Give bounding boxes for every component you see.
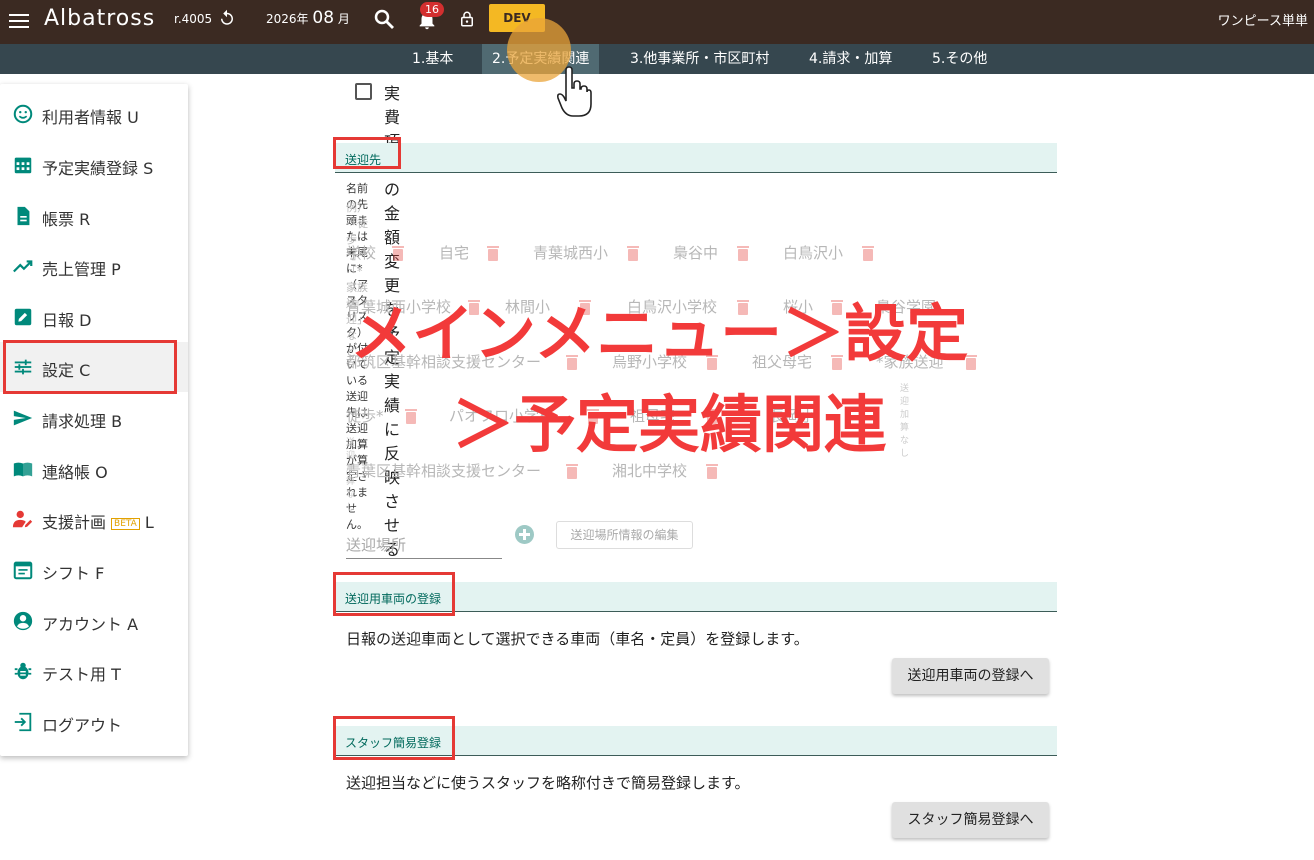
- lock-icon[interactable]: [458, 8, 476, 30]
- reload-icon[interactable]: [218, 8, 236, 28]
- menu-item-label: 日報 D: [42, 311, 92, 330]
- menu-item-user-info[interactable]: 利用者情報 U: [0, 89, 188, 139]
- revision-label: r.4005: [174, 12, 213, 26]
- menu-item-label: 連絡帳 O: [42, 463, 108, 482]
- trash-icon[interactable]: [705, 463, 719, 480]
- menu-item-label: シフト F: [42, 564, 105, 583]
- trending-up-icon: [13, 260, 33, 273]
- trash-icon[interactable]: [565, 463, 579, 480]
- pickup-place-input[interactable]: 送迎場所: [346, 531, 502, 559]
- staff-title-highlight: [333, 716, 455, 760]
- menu-item-logout[interactable]: ログアウト: [0, 697, 188, 747]
- menu-item-contact-book[interactable]: 連絡帳 O: [0, 444, 188, 494]
- no-addition-note: 送迎加算なし: [900, 384, 910, 459]
- vehicle-title-highlight: [333, 572, 455, 616]
- current-month[interactable]: 2026年 08 月: [266, 8, 350, 28]
- menu-item-support-plan[interactable]: 支援計画 BETA L: [0, 494, 188, 544]
- document-icon: [17, 206, 30, 226]
- reflect-expense-checkbox[interactable]: [355, 83, 372, 100]
- register-staff-button[interactable]: スタッフ簡易登録へ: [892, 802, 1049, 838]
- menu-item-daily-report[interactable]: 日報 D: [0, 292, 188, 342]
- menu-item-shift[interactable]: シフト F: [0, 545, 188, 595]
- edit-place-info-button[interactable]: 送迎場所情報の編集: [556, 521, 693, 549]
- menu-item-sales[interactable]: 売上管理 P: [0, 241, 188, 291]
- trash-icon[interactable]: [736, 245, 750, 262]
- tab-other-offices[interactable]: 3.他事業所・市区町村: [620, 44, 779, 74]
- app-logo[interactable]: Albatross: [44, 6, 155, 31]
- staff-description: 送迎担当などに使うスタッフを略称付きで簡易登録します。: [346, 774, 750, 792]
- menu-item-label: 利用者情報 U: [42, 108, 139, 127]
- menu-item-label: 予定実績登録 S: [42, 159, 154, 178]
- trash-icon[interactable]: [486, 245, 500, 262]
- tab-other[interactable]: 5.その他: [922, 44, 997, 74]
- company-name[interactable]: ワンピース単単: [1218, 10, 1308, 29]
- logout-icon: [14, 712, 32, 732]
- menu-item-test[interactable]: テスト用 T: [0, 646, 188, 696]
- menu-item-label: ログアウト: [42, 716, 123, 735]
- trash-icon[interactable]: [404, 408, 418, 425]
- calendar-grid-icon: [14, 157, 32, 174]
- tab-billing[interactable]: 4.請求・加算: [799, 44, 902, 74]
- person-edit-icon: [12, 510, 33, 528]
- tab-basic[interactable]: 1.基本: [402, 44, 463, 74]
- edit-icon: [14, 308, 32, 326]
- menu-item-reports[interactable]: 帳票 R: [0, 191, 188, 241]
- trash-icon[interactable]: [861, 245, 875, 262]
- main-menu-panel: 利用者情報 U 予定実績登録 S 帳票 R 売上管理 P 日報 D 設定 C 請…: [0, 84, 188, 756]
- menu-item-label: 請求処理 B: [42, 412, 123, 431]
- book-icon: [13, 462, 33, 477]
- pickup-place[interactable]: 梟谷中: [673, 242, 718, 263]
- pickup-place[interactable]: 白鳥沢小: [783, 242, 843, 263]
- annotation-line-2: ＞予定実績関連: [452, 388, 887, 461]
- account-icon: [13, 611, 33, 631]
- month-text: 08: [312, 8, 335, 28]
- pickup-section-header: 送迎先: [335, 143, 1057, 173]
- trash-icon[interactable]: [626, 245, 640, 262]
- pointer-hand-icon: [556, 66, 592, 117]
- pickup-place[interactable]: 学校: [346, 242, 376, 263]
- menu-item-account[interactable]: アカウント A: [0, 596, 188, 646]
- smiley-icon: [13, 104, 33, 124]
- trash-icon[interactable]: [391, 245, 405, 262]
- bug-icon: [14, 662, 32, 680]
- annotation-line-1: メインメニュー＞設定: [350, 297, 969, 370]
- menu-item-schedule[interactable]: 予定実績登録 S: [0, 140, 188, 190]
- vehicle-description: 日報の送迎車両として選択できる車両（車名・定員）を登録します。: [346, 630, 809, 648]
- pickup-title-highlight: [333, 137, 401, 169]
- register-vehicle-button[interactable]: 送迎用車両の登録へ: [892, 658, 1049, 694]
- add-place-icon[interactable]: [515, 525, 534, 544]
- menu-item-billing[interactable]: 請求処理 B: [0, 393, 188, 443]
- year-text: 2026年: [266, 12, 309, 26]
- month-unit-text: 月: [337, 12, 350, 26]
- menu-item-label: アカウント A: [42, 615, 139, 634]
- send-icon: [13, 410, 33, 426]
- hamburger-menu-icon[interactable]: [8, 10, 30, 32]
- menu-item-label: 売上管理 P: [42, 260, 121, 279]
- calendar-list-icon: [13, 561, 33, 580]
- settings-menu-highlight: [3, 340, 177, 394]
- pickup-place[interactable]: 自宅: [439, 242, 469, 263]
- pickup-place[interactable]: 青葉城西小: [533, 242, 608, 263]
- beta-badge: BETA: [111, 518, 140, 530]
- pickup-place[interactable]: 徒歩*: [346, 405, 384, 426]
- search-icon[interactable]: [372, 7, 396, 31]
- support-plan-label: 支援計画: [42, 513, 107, 532]
- notification-count-badge: 16: [420, 2, 444, 17]
- menu-item-label: 帳票 R: [42, 210, 91, 229]
- support-plan-shortcut: L: [144, 513, 154, 532]
- menu-item-label: 支援計画 BETA L: [42, 509, 154, 533]
- settings-tab-bar: 1.基本 2.予定実績関連 3.他事業所・市区町村 4.請求・加算 5.その他: [0, 44, 1314, 74]
- menu-item-label: テスト用 T: [42, 665, 121, 684]
- top-app-bar: Albatross r.4005 2026年 08 月 16 DEV ワンピース…: [0, 0, 1314, 44]
